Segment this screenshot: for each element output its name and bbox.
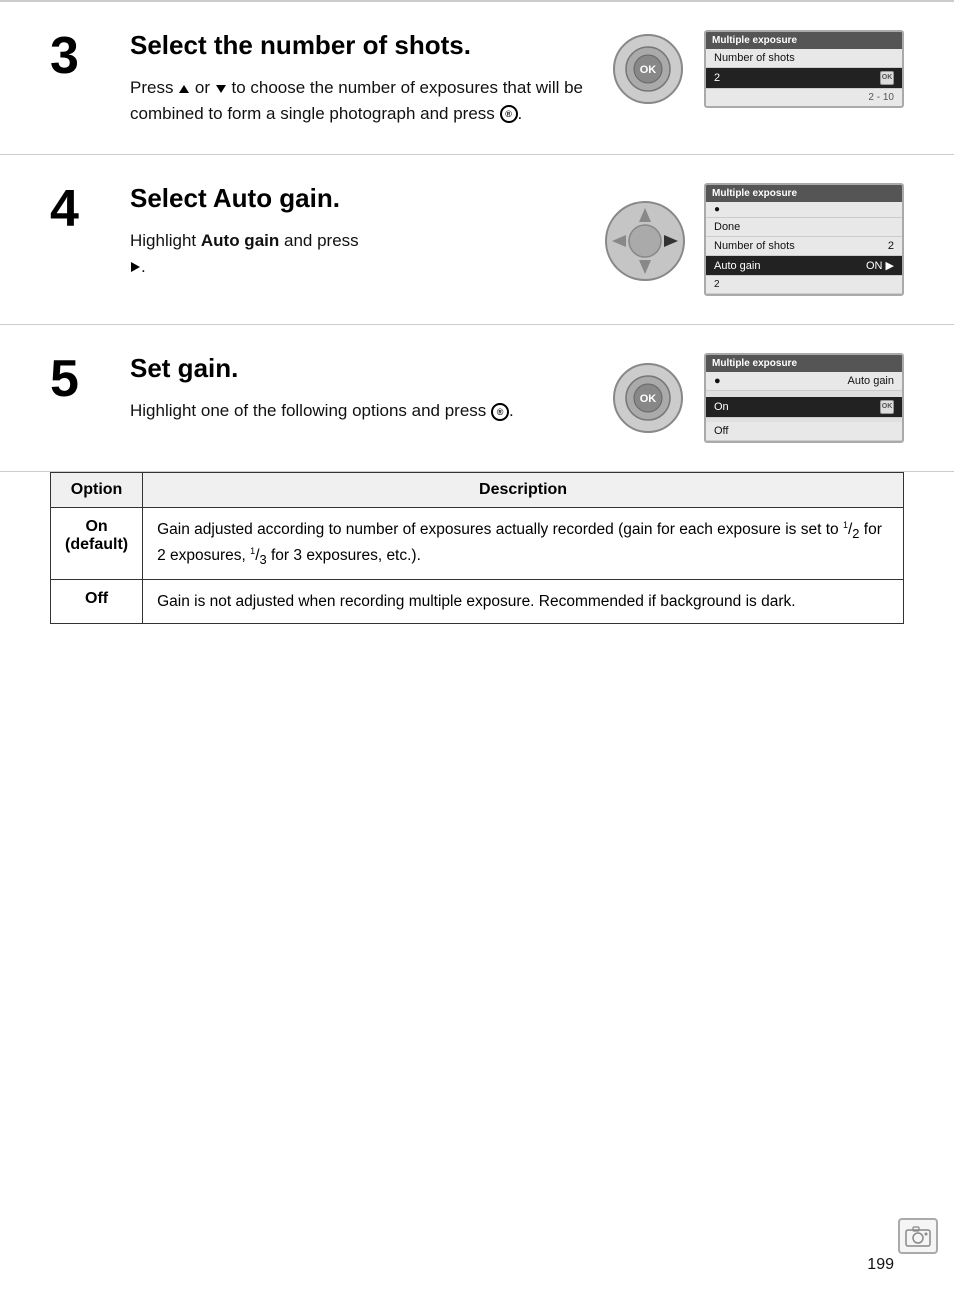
cam3-row1: Number of shots — [706, 49, 902, 68]
option-on-name: On (default) — [51, 508, 143, 580]
section-3-text: Select the number of shots. Press or to … — [130, 30, 592, 126]
section-5: 5 Set gain. Highlight one of the followi… — [0, 325, 954, 472]
options-table-section: Option Description On (default) Gain adj… — [0, 472, 954, 654]
col-description-header: Description — [143, 473, 904, 508]
ok-circle-icon-5: ® — [491, 403, 509, 421]
triangle-right-icon — [131, 262, 140, 272]
sub-2: 2 — [852, 526, 859, 541]
option-off-name: Off — [51, 580, 143, 624]
section-3-camera-screen: Multiple exposure Number of shots 2 OK 2… — [704, 30, 904, 108]
cam5-row-on: On OK — [706, 397, 902, 418]
camera-icon — [905, 1225, 931, 1247]
cam5-subheader-icon: ● — [714, 375, 721, 387]
table-row-off: Off Gain is not adjusted when recording … — [51, 580, 904, 624]
cam3-value: 2 — [714, 72, 720, 84]
section-5-body: Highlight one of the following options a… — [130, 398, 592, 424]
cam4-icon-row: ● — [706, 202, 902, 218]
cam5-ok-icon: OK — [880, 400, 894, 414]
dpad — [604, 200, 684, 280]
cam4-row-gain: Auto gain ON ▶ — [706, 256, 902, 276]
off-bold: Off — [85, 590, 108, 607]
section-4-icon-screen: Multiple exposure ● Done Number of shots… — [604, 183, 904, 296]
page-number: 199 — [867, 1256, 894, 1274]
section-3-icon-screen: OK Multiple exposure Number of shots 2 O… — [612, 30, 904, 108]
cam4-row-shots: Number of shots 2 — [706, 237, 902, 256]
cam4-gain-label: Auto gain — [714, 260, 760, 272]
section-4-body: Highlight Auto gain and press . — [130, 228, 584, 279]
cam3-footer: 2 - 10 — [706, 89, 902, 106]
section-5-right: OK Multiple exposure ● Auto gain On OK — [612, 353, 904, 443]
camera-icon-badge — [898, 1218, 938, 1254]
col-option-header: Option — [51, 473, 143, 508]
options-table: Option Description On (default) Gain adj… — [50, 472, 904, 624]
cam4-done-label: Done — [714, 221, 740, 233]
cam3-row1-label: Number of shots — [714, 52, 795, 64]
section-4-right: Multiple exposure ● Done Number of shots… — [604, 183, 904, 296]
svg-text:OK: OK — [640, 393, 657, 405]
section-5-camera-screen: Multiple exposure ● Auto gain On OK Off — [704, 353, 904, 443]
cam3-row2: 2 OK — [706, 68, 902, 89]
section-5-icon-screen: OK Multiple exposure ● Auto gain On OK — [612, 353, 904, 443]
triangle-down-icon — [216, 85, 226, 93]
sup-2: 1 — [250, 546, 255, 556]
section-4-text: Select Auto gain. Highlight Auto gain an… — [130, 183, 584, 279]
section-4-number: 4 — [50, 183, 100, 235]
section-3-title: Select the number of shots. — [130, 30, 592, 61]
cam5-row-off: Off — [706, 422, 902, 441]
triangle-up-icon — [179, 85, 189, 93]
section-5-title: Set gain. — [130, 353, 592, 384]
cam4-footer-row: 2 — [706, 276, 902, 294]
section-3: 3 Select the number of shots. Press or t… — [0, 2, 954, 155]
sub-3: 3 — [260, 552, 267, 567]
cam3-ok-icon: OK — [880, 71, 894, 85]
cam4-footer-num: 2 — [714, 279, 720, 290]
cam4-shots-label: Number of shots — [714, 240, 795, 252]
ok-button-icon: OK — [612, 33, 684, 105]
section-3-right: OK Multiple exposure Number of shots 2 O… — [612, 30, 904, 108]
cam4-gain-value: ON ▶ — [866, 259, 894, 272]
cam5-off-label: Off — [714, 425, 728, 437]
section-4-camera-screen: Multiple exposure ● Done Number of shots… — [704, 183, 904, 296]
cam5-subheader-label: Auto gain — [848, 375, 894, 387]
section-3-number: 3 — [50, 30, 100, 82]
cam4-header: Multiple exposure — [706, 185, 902, 202]
cam5-on-label: On — [714, 401, 729, 413]
cam3-header: Multiple exposure — [706, 32, 902, 49]
cam5-subheader: ● Auto gain — [706, 372, 902, 391]
dpad-icon — [604, 200, 684, 280]
cam4-shots-value: 2 — [888, 240, 894, 252]
section-4-title-bold: Auto gain — [213, 183, 333, 213]
section-3-body: Press or to choose the number of exposur… — [130, 75, 592, 126]
option-off-desc: Gain is not adjusted when recording mult… — [143, 580, 904, 624]
page: 3 Select the number of shots. Press or t… — [0, 0, 954, 1314]
svg-text:OK: OK — [640, 64, 657, 76]
cam5-header: Multiple exposure — [706, 355, 902, 372]
option-on-desc: Gain adjusted according to number of exp… — [143, 508, 904, 580]
auto-gain-bold: Auto gain — [201, 231, 279, 250]
ok-circle-icon: ® — [500, 105, 518, 123]
ok-button-icon-5: OK — [612, 362, 684, 434]
on-bold: On — [85, 518, 107, 535]
sup-1: 1 — [843, 520, 848, 530]
table-row-on: On (default) Gain adjusted according to … — [51, 508, 904, 580]
section-5-text: Set gain. Highlight one of the following… — [130, 353, 592, 424]
section-4-title: Select Auto gain. — [130, 183, 584, 214]
cam4-row-done: Done — [706, 218, 902, 237]
on-default: (default) — [65, 536, 128, 553]
section-5-number: 5 — [50, 353, 100, 405]
section-4: 4 Select Auto gain. Highlight Auto gain … — [0, 155, 954, 325]
cam4-icon: ● — [714, 204, 720, 215]
